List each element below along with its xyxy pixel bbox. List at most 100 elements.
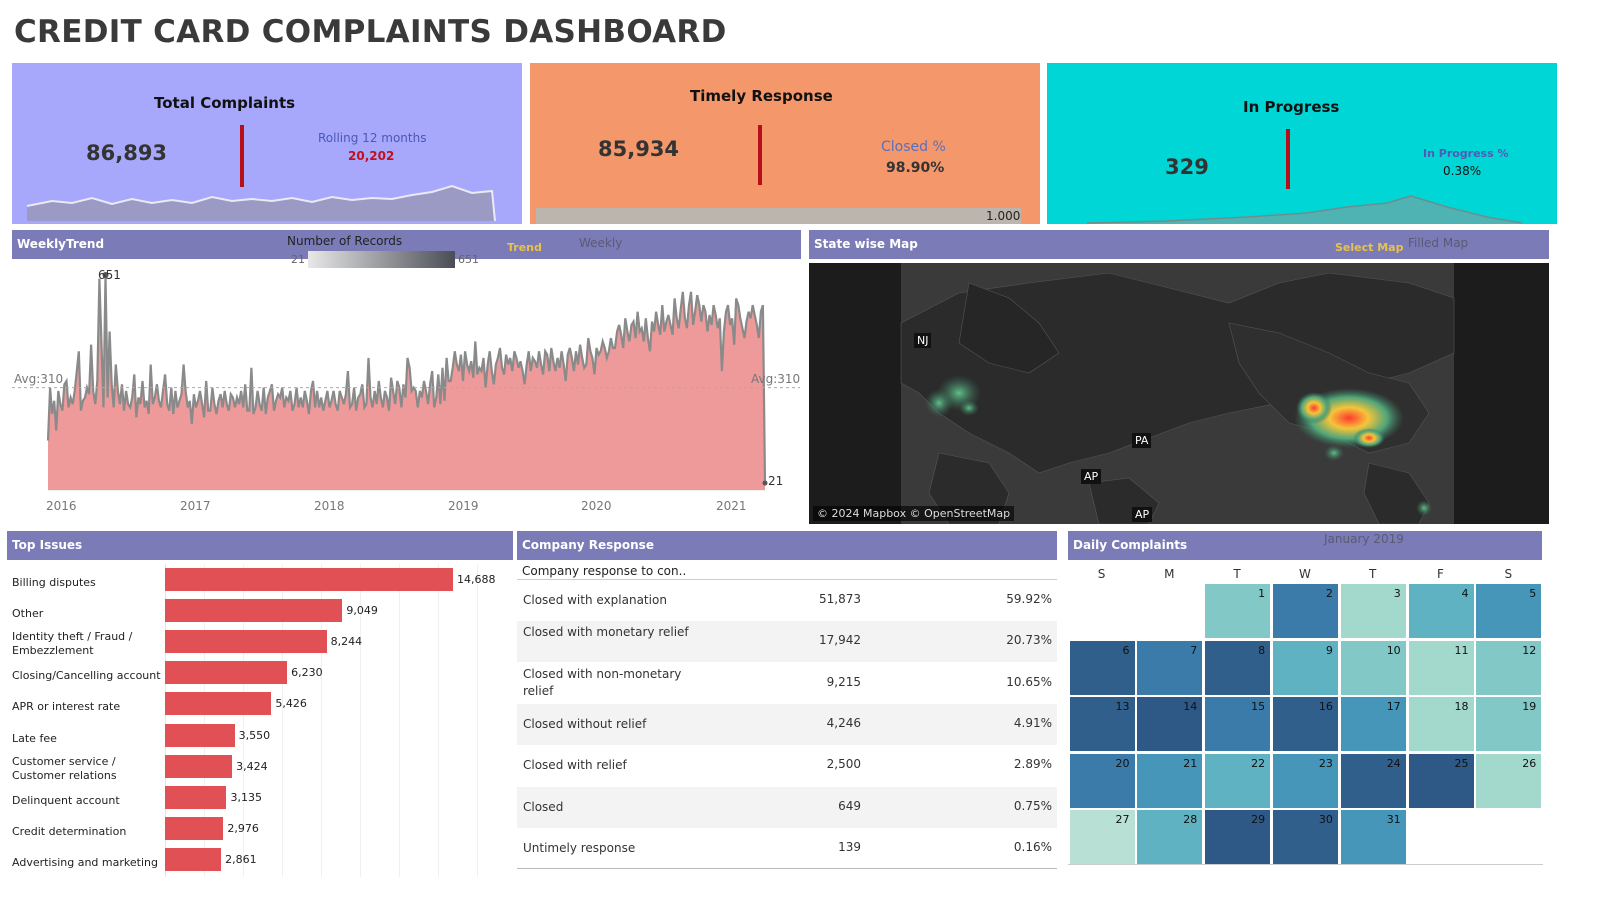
kpi-sub-label: In Progress %	[1423, 147, 1509, 160]
issue-row[interactable]: Other 9,049	[7, 598, 512, 629]
top-issues-header: Top Issues	[7, 531, 513, 560]
response-row[interactable]: Closed with relief 2,500 2.89%	[517, 745, 1057, 786]
calendar-weekday: T	[1233, 567, 1241, 581]
calendar-day[interactable]: 17	[1339, 696, 1407, 753]
end-label: 21	[768, 474, 784, 488]
kpi-timely-response[interactable]: Timely Response 85,934 Closed % 98.90% 1…	[530, 63, 1040, 224]
issue-label: Credit determination	[12, 824, 127, 838]
calendar-day[interactable]: 29	[1204, 809, 1272, 866]
calendar-day[interactable]: 18	[1407, 696, 1475, 753]
response-row[interactable]: Closed with monetary relief 17,942 20.73%	[517, 621, 1057, 663]
calendar-day[interactable]: 14	[1136, 696, 1204, 753]
calendar-day[interactable]: 12	[1475, 639, 1543, 696]
kpi-in-progress[interactable]: In Progress 329 In Progress % 0.38%	[1047, 63, 1557, 224]
issue-bar[interactable]	[165, 630, 327, 654]
issue-bar[interactable]	[165, 692, 272, 716]
issue-row[interactable]: Billing disputes 14,688	[7, 567, 512, 598]
issue-row[interactable]: Closing/Cancelling account 6,230	[7, 660, 512, 691]
calendar-day[interactable]: 3	[1339, 583, 1407, 639]
response-row[interactable]: Untimely response 139 0.16%	[517, 828, 1057, 869]
calendar-day[interactable]: 19	[1475, 696, 1543, 753]
year-label: 2020	[581, 499, 612, 513]
issue-value: 5,426	[275, 697, 307, 711]
calendar-day[interactable]: 23	[1271, 752, 1339, 809]
calendar-day[interactable]: 26	[1475, 752, 1543, 809]
weekly-toggle[interactable]: Weekly	[579, 236, 622, 250]
response-row[interactable]: Closed 649 0.75%	[517, 786, 1057, 828]
daily-complaints-calendar[interactable]: S M T W T F S 1 2 3 4 5 6 7 8 9 10 11 12 13 14 15 16 17 18 19 20 21…	[1068, 564, 1543, 869]
calendar-day[interactable]: 1	[1204, 583, 1272, 639]
issue-row[interactable]: Identity theft / Fraud / Embezzlement 8,2…	[7, 629, 512, 660]
calendar-day[interactable]: 9	[1271, 639, 1339, 696]
page-title: CREDIT CARD COMPLAINTS DASHBOARD	[14, 14, 727, 50]
response-label: Closed with relief	[523, 758, 627, 773]
calendar-day[interactable]: 24	[1339, 752, 1407, 809]
issue-row[interactable]: Late fee 3,550	[7, 723, 512, 754]
issue-row[interactable]: APR or interest rate 5,426	[7, 691, 512, 722]
calendar-day-number: 7	[1190, 643, 1198, 657]
calendar-day[interactable]: 15	[1204, 696, 1272, 753]
issue-bar[interactable]	[165, 847, 222, 871]
filled-map-toggle[interactable]: Filled Map	[1408, 236, 1468, 250]
select-map-toggle[interactable]: Select Map	[1335, 241, 1403, 254]
issue-bar[interactable]	[165, 599, 343, 623]
calendar-day[interactable]: 21	[1136, 752, 1204, 809]
calendar-weekday: M	[1164, 567, 1175, 581]
calendar-day-number: 11	[1454, 643, 1469, 657]
response-row[interactable]: Closed with non-monetary relief 9,215 10.6…	[517, 663, 1057, 704]
calendar-day[interactable]: 4	[1407, 583, 1475, 639]
calendar-day[interactable]: 31	[1339, 809, 1407, 866]
calendar-day[interactable]: 10	[1339, 639, 1407, 696]
calendar-day[interactable]: 6	[1068, 639, 1136, 696]
calendar-day[interactable]: 5	[1475, 583, 1543, 639]
calendar-day[interactable]: 2	[1271, 583, 1339, 639]
map-attribution[interactable]: © 2024 Mapbox © OpenStreetMap	[813, 506, 1015, 521]
calendar-day[interactable]: 7	[1136, 639, 1204, 696]
calendar-weekday: F	[1437, 567, 1444, 581]
calendar-day[interactable]: 30	[1271, 809, 1339, 866]
kpi-separator	[758, 125, 762, 185]
state-map[interactable]: NJ PA AP AP © 2024 Mapbox © OpenStreetMa…	[809, 263, 1549, 524]
response-count: 139	[838, 839, 861, 854]
response-row[interactable]: Closed without relief 4,246 4.91%	[517, 703, 1057, 745]
map-label: PA	[1132, 433, 1152, 448]
weekly-trend-chart[interactable]	[0, 262, 805, 524]
response-column-header[interactable]: Company response to con..	[522, 564, 686, 578]
calendar-day-number: 22	[1251, 756, 1266, 770]
calendar-day[interactable]: 8	[1204, 639, 1272, 696]
issue-bar[interactable]	[165, 754, 233, 778]
calendar-day[interactable]: 27	[1068, 809, 1136, 866]
calendar-day[interactable]: 22	[1204, 752, 1272, 809]
calendar-day[interactable]: 25	[1407, 752, 1475, 809]
response-label: Closed without relief	[523, 716, 647, 731]
issue-bar[interactable]	[165, 723, 235, 747]
issue-bar[interactable]	[165, 661, 288, 685]
response-percent: 59.92%	[1006, 592, 1052, 606]
issue-row[interactable]: Delinquent account 3,135	[7, 785, 512, 816]
calendar-day[interactable]: 16	[1271, 696, 1339, 753]
kpi-sub-value: 98.90%	[886, 160, 945, 176]
issue-value: 2,861	[225, 852, 257, 866]
issue-value: 2,976	[227, 821, 259, 835]
top-issues-chart[interactable]: Billing disputes 14,688 Other 9,049 Identity…	[7, 564, 513, 877]
trend-toggle[interactable]: Trend	[507, 241, 542, 254]
response-row[interactable]: Closed with explanation 51,873 59.92%	[517, 580, 1057, 621]
year-label: 2019	[448, 499, 479, 513]
issue-row[interactable]: Credit determination 2,976	[7, 816, 512, 847]
issue-row[interactable]: Advertising and marketing 2,861	[7, 847, 512, 878]
issue-bar[interactable]	[165, 785, 227, 809]
kpi-total-complaints[interactable]: Total Complaints 86,893 Rolling 12 month…	[12, 63, 522, 224]
calendar-day[interactable]: 11	[1407, 639, 1475, 696]
calendar-day[interactable]: 20	[1068, 752, 1136, 809]
top-issues-title: Top Issues	[12, 538, 83, 552]
calendar-day-number: 19	[1522, 700, 1537, 714]
response-bottom-divider	[517, 868, 1057, 869]
issue-label: Delinquent account	[12, 793, 120, 807]
issue-label: Closing/Cancelling account	[12, 669, 161, 683]
issue-label: Advertising and marketing	[12, 855, 158, 869]
issue-bar[interactable]	[165, 816, 224, 840]
calendar-day[interactable]: 13	[1068, 696, 1136, 753]
calendar-day[interactable]: 28	[1136, 809, 1204, 866]
issue-row[interactable]: Customer service / Customer relations 3,4…	[7, 754, 512, 785]
issue-bar[interactable]	[165, 568, 453, 591]
